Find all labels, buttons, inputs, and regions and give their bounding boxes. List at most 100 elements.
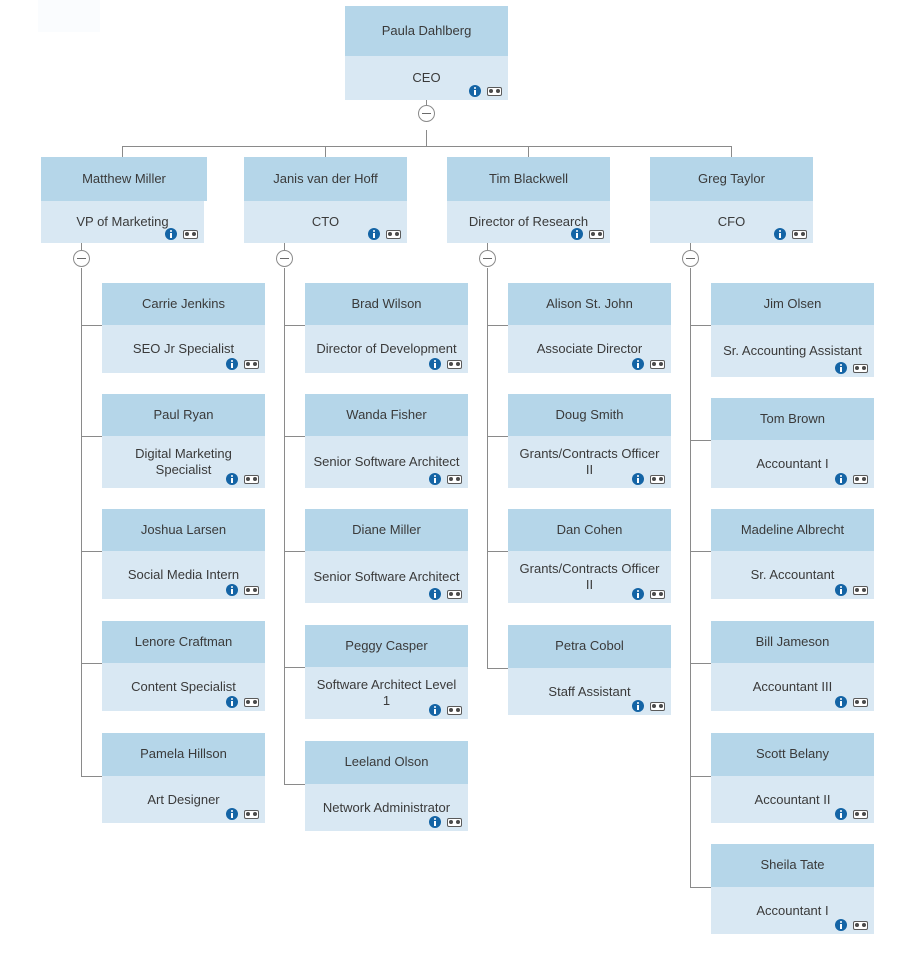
contact-card-icon[interactable] xyxy=(487,86,502,96)
contact-card-icon[interactable] xyxy=(792,229,807,239)
connector-level1-bus xyxy=(122,146,731,147)
info-icon[interactable] xyxy=(469,85,481,97)
org-node-paul-ryan[interactable]: Paul Ryan Digital Marketing Specialist xyxy=(102,394,265,488)
info-icon[interactable] xyxy=(835,362,847,374)
org-node-pamela-hillson[interactable]: Pamela Hillson Art Designer xyxy=(102,733,265,823)
node-name: Dan Cohen xyxy=(508,509,671,551)
org-node-tim-blackwell[interactable]: Tim Blackwell Director of Research xyxy=(447,157,610,243)
org-node-jim-olsen[interactable]: Jim Olsen Sr. Accounting Assistant xyxy=(711,283,874,377)
collapse-toggle-janis-van-der-hoff[interactable] xyxy=(276,250,293,267)
info-icon[interactable] xyxy=(226,358,238,370)
org-node-madeline-albrecht[interactable]: Madeline Albrecht Sr. Accountant xyxy=(711,509,874,599)
info-icon[interactable] xyxy=(835,808,847,820)
info-icon[interactable] xyxy=(429,358,441,370)
org-node-sheila-tate[interactable]: Sheila Tate Accountant I xyxy=(711,844,874,934)
info-icon[interactable] xyxy=(226,696,238,708)
info-icon[interactable] xyxy=(835,919,847,931)
node-body: Software Architect Level 1 xyxy=(305,667,468,719)
org-node-diane-miller[interactable]: Diane Miller Senior Software Architect xyxy=(305,509,468,603)
node-title: Content Specialist xyxy=(131,679,236,695)
org-node-matthew-miller[interactable]: Matthew Miller VP of Marketing xyxy=(41,157,207,243)
contact-card-icon[interactable] xyxy=(853,809,868,819)
org-node-alison-st-john[interactable]: Alison St. John Associate Director xyxy=(508,283,671,373)
org-node-leeland-olson[interactable]: Leeland Olson Network Administrator xyxy=(305,741,468,831)
contact-card-icon[interactable] xyxy=(244,359,259,369)
info-icon[interactable] xyxy=(226,473,238,485)
node-body: Social Media Intern xyxy=(102,551,265,599)
info-icon[interactable] xyxy=(429,588,441,600)
contact-card-icon[interactable] xyxy=(447,705,462,715)
contact-card-icon[interactable] xyxy=(650,474,665,484)
node-icons xyxy=(835,584,868,596)
collapse-toggle-paula-dahlberg[interactable] xyxy=(418,105,435,122)
node-body: Director of Development xyxy=(305,325,468,373)
info-icon[interactable] xyxy=(429,473,441,485)
info-icon[interactable] xyxy=(429,816,441,828)
org-node-doug-smith[interactable]: Doug Smith Grants/Contracts Officer II xyxy=(508,394,671,488)
contact-card-icon[interactable] xyxy=(447,359,462,369)
info-icon[interactable] xyxy=(835,473,847,485)
contact-card-icon[interactable] xyxy=(650,359,665,369)
info-icon[interactable] xyxy=(632,700,644,712)
node-icons xyxy=(429,704,462,716)
contact-card-icon[interactable] xyxy=(650,589,665,599)
info-icon[interactable] xyxy=(835,696,847,708)
info-icon[interactable] xyxy=(774,228,786,240)
connector-spine-research xyxy=(487,268,488,669)
node-icons xyxy=(835,473,868,485)
collapse-toggle-greg-taylor[interactable] xyxy=(682,250,699,267)
info-icon[interactable] xyxy=(226,808,238,820)
contact-card-icon[interactable] xyxy=(853,920,868,930)
org-node-peggy-casper[interactable]: Peggy Casper Software Architect Level 1 xyxy=(305,625,468,719)
node-name: Diane Miller xyxy=(305,509,468,551)
contact-card-icon[interactable] xyxy=(589,229,604,239)
org-node-lenore-craftman[interactable]: Lenore Craftman Content Specialist xyxy=(102,621,265,711)
info-icon[interactable] xyxy=(226,584,238,596)
org-node-bill-jameson[interactable]: Bill Jameson Accountant III xyxy=(711,621,874,711)
contact-card-icon[interactable] xyxy=(650,701,665,711)
node-icons xyxy=(632,588,665,600)
contact-card-icon[interactable] xyxy=(447,817,462,827)
org-node-brad-wilson[interactable]: Brad Wilson Director of Development xyxy=(305,283,468,373)
info-icon[interactable] xyxy=(368,228,380,240)
contact-card-icon[interactable] xyxy=(386,229,401,239)
contact-card-icon[interactable] xyxy=(447,589,462,599)
contact-card-icon[interactable] xyxy=(244,474,259,484)
contact-card-icon[interactable] xyxy=(853,474,868,484)
info-icon[interactable] xyxy=(571,228,583,240)
info-icon[interactable] xyxy=(429,704,441,716)
collapse-toggle-matthew-miller[interactable] xyxy=(73,250,90,267)
org-node-greg-taylor[interactable]: Greg Taylor CFO xyxy=(650,157,813,243)
node-body: Accountant II xyxy=(711,776,874,823)
org-node-carrie-jenkins[interactable]: Carrie Jenkins SEO Jr Specialist xyxy=(102,283,265,373)
contact-card-icon[interactable] xyxy=(183,229,198,239)
org-node-paula-dahlberg[interactable]: Paula Dahlberg CEO xyxy=(345,6,508,100)
collapse-toggle-tim-blackwell[interactable] xyxy=(479,250,496,267)
node-name: Bill Jameson xyxy=(711,621,874,663)
org-node-petra-cobol[interactable]: Petra Cobol Staff Assistant xyxy=(508,625,671,715)
org-node-wanda-fisher[interactable]: Wanda Fisher Senior Software Architect xyxy=(305,394,468,488)
node-name: Paula Dahlberg xyxy=(345,6,508,56)
node-icons xyxy=(226,808,259,820)
node-body: Associate Director xyxy=(508,325,671,373)
contact-card-icon[interactable] xyxy=(853,697,868,707)
info-icon[interactable] xyxy=(632,588,644,600)
connector-root-drop xyxy=(426,130,427,146)
org-node-dan-cohen[interactable]: Dan Cohen Grants/Contracts Officer II xyxy=(508,509,671,603)
org-node-joshua-larsen[interactable]: Joshua Larsen Social Media Intern xyxy=(102,509,265,599)
node-name: Leeland Olson xyxy=(305,741,468,784)
info-icon[interactable] xyxy=(165,228,177,240)
info-icon[interactable] xyxy=(632,473,644,485)
contact-card-icon[interactable] xyxy=(447,474,462,484)
contact-card-icon[interactable] xyxy=(853,585,868,595)
contact-card-icon[interactable] xyxy=(244,809,259,819)
org-node-scott-belany[interactable]: Scott Belany Accountant II xyxy=(711,733,874,823)
contact-card-icon[interactable] xyxy=(244,697,259,707)
node-icons xyxy=(368,228,401,240)
org-node-janis-van-der-hoff[interactable]: Janis van der Hoff CTO xyxy=(244,157,407,243)
org-node-tom-brown[interactable]: Tom Brown Accountant I xyxy=(711,398,874,488)
info-icon[interactable] xyxy=(632,358,644,370)
contact-card-icon[interactable] xyxy=(853,363,868,373)
contact-card-icon[interactable] xyxy=(244,585,259,595)
info-icon[interactable] xyxy=(835,584,847,596)
